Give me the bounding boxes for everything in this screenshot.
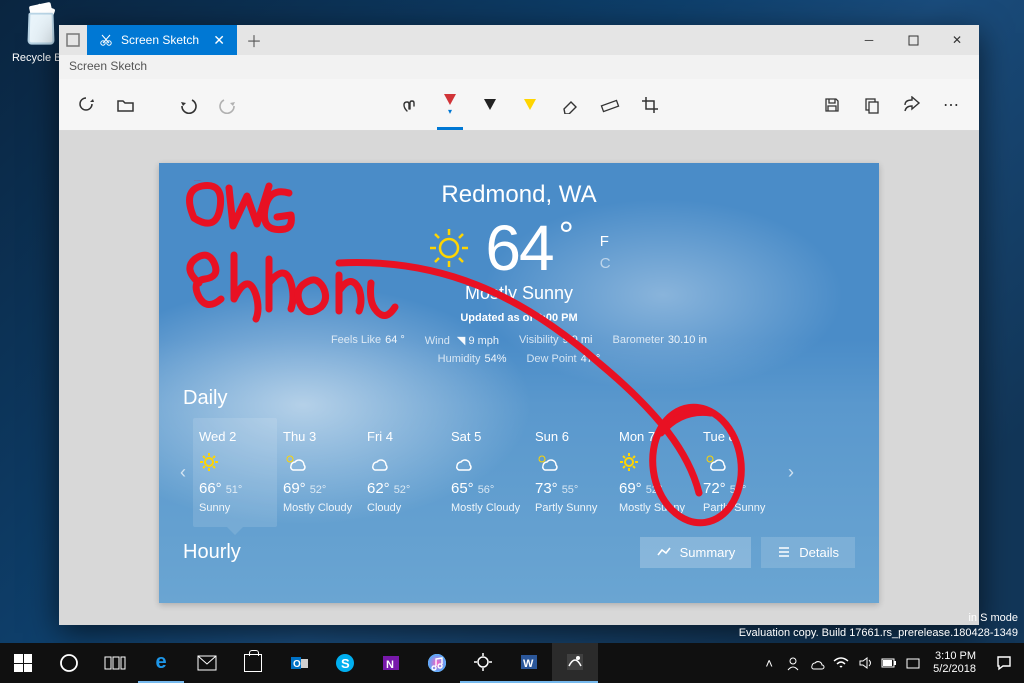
svg-text:O: O: [293, 659, 301, 670]
weather-taskbar-button[interactable]: [460, 643, 506, 683]
day-card-sun[interactable]: Sun 6 73°55° Partly Sunny: [529, 418, 613, 527]
edge-icon: e: [155, 651, 166, 674]
tray-overflow-button[interactable]: ˄: [757, 643, 781, 683]
window-subtitle: Screen Sketch: [59, 55, 979, 79]
details-button[interactable]: Details: [761, 537, 855, 568]
weather-updated: Updated as of 3:00 PM: [159, 312, 879, 324]
action-center-button[interactable]: [984, 643, 1024, 683]
wifi-icon[interactable]: [829, 643, 853, 683]
partly-cloudy-icon: [703, 452, 775, 474]
cortana-button[interactable]: [46, 643, 92, 683]
weather-units[interactable]: FC: [600, 231, 611, 275]
pen-black-button[interactable]: [475, 90, 505, 120]
share-button[interactable]: [897, 90, 927, 120]
day-card-thu[interactable]: Thu 3 69°52° Mostly Cloudy: [277, 418, 361, 527]
sun-icon: [199, 452, 271, 474]
canvas-area[interactable]: Redmond, WA 64° FC Mostly Sunny Updated …: [59, 131, 979, 625]
weather-screenshot: Redmond, WA 64° FC Mostly Sunny Updated …: [159, 163, 879, 603]
sun-icon: [619, 452, 691, 474]
volume-icon[interactable]: [853, 643, 877, 683]
skype-taskbar-button[interactable]: S: [322, 643, 368, 683]
build-watermark: in S mode Evaluation copy. Build 17661.r…: [739, 611, 1018, 641]
weather-stats: Feels Like64 ° Wind ◥ 9 mph Visibility9.…: [289, 334, 749, 365]
weather-location: Redmond, WA: [159, 163, 879, 209]
summary-icon: [656, 545, 672, 559]
mail-taskbar-button[interactable]: [184, 643, 230, 683]
edge-taskbar-button[interactable]: e: [138, 643, 184, 683]
svg-text:N: N: [386, 659, 394, 671]
day-card-wed[interactable]: Wed 2 66°51° Sunny: [193, 418, 277, 527]
tab-title: Screen Sketch: [121, 33, 199, 47]
word-taskbar-button[interactable]: W: [506, 643, 552, 683]
partly-cloudy-icon: [283, 452, 355, 474]
more-button[interactable]: ⋯: [937, 90, 967, 120]
store-taskbar-button[interactable]: [230, 643, 276, 683]
title-bar: Screen Sketch ✕ ＋ ─ ✕: [59, 25, 979, 55]
day-card-sat[interactable]: Sat 5 65°56° Mostly Cloudy: [445, 418, 529, 527]
daily-heading: Daily: [159, 365, 879, 418]
sun-large-icon: [427, 226, 471, 270]
redo-button[interactable]: [213, 90, 243, 120]
save-button[interactable]: [817, 90, 847, 120]
tab-close-icon[interactable]: ✕: [213, 32, 225, 49]
weather-current: 64° FC: [159, 211, 879, 285]
summary-button[interactable]: Summary: [640, 537, 752, 568]
new-snip-button[interactable]: [71, 90, 101, 120]
pen-red-button[interactable]: ▾: [435, 90, 465, 120]
eraser-button[interactable]: [555, 90, 585, 120]
details-icon: [777, 545, 791, 559]
ruler-button[interactable]: [595, 90, 625, 120]
cloud-icon: [367, 452, 439, 474]
undo-button[interactable]: [173, 90, 203, 120]
input-lang-icon[interactable]: [901, 643, 925, 683]
cloud-icon: [451, 452, 523, 474]
onenote-taskbar-button[interactable]: N: [368, 643, 414, 683]
screen-sketch-taskbar-button[interactable]: [552, 643, 598, 683]
highlighter-button[interactable]: [515, 90, 545, 120]
windows-logo-icon: [14, 654, 32, 672]
system-tray: ˄ 3:10 PM 5/2/2018: [757, 643, 1024, 683]
svg-text:S: S: [341, 656, 350, 671]
new-tab-button[interactable]: ＋: [237, 25, 271, 55]
store-icon: [244, 654, 262, 672]
hourly-heading: Hourly: [183, 541, 241, 564]
daily-next-button[interactable]: ›: [781, 418, 801, 527]
task-view-button[interactable]: [92, 643, 138, 683]
partly-cloudy-icon: [535, 452, 607, 474]
people-icon[interactable]: [781, 643, 805, 683]
minimize-button[interactable]: ─: [847, 25, 891, 55]
crop-button[interactable]: [635, 90, 665, 120]
power-icon[interactable]: [877, 643, 901, 683]
start-button[interactable]: [0, 643, 46, 683]
daily-forecast-row: ‹ Wed 2 66°51° Sunny Thu 3 69°52° Mostly…: [159, 418, 879, 527]
day-card-fri[interactable]: Fri 4 62°52° Cloudy: [361, 418, 445, 527]
taskbar: e O S N W ˄ 3:10 PM 5/2/2018: [0, 643, 1024, 683]
copy-button[interactable]: [857, 90, 887, 120]
svg-text:W: W: [523, 658, 534, 670]
weather-temp: 64°: [485, 211, 571, 285]
open-button[interactable]: [111, 90, 141, 120]
onedrive-icon[interactable]: [805, 643, 829, 683]
recycle-bin-icon: [18, 4, 64, 50]
day-card-tue[interactable]: Tue 8 72°54° Partly Sunny: [697, 418, 781, 527]
itunes-taskbar-button[interactable]: [414, 643, 460, 683]
active-tab[interactable]: Screen Sketch ✕: [87, 25, 237, 55]
outlook-taskbar-button[interactable]: O: [276, 643, 322, 683]
day-card-mon[interactable]: Mon 7 69°52° Mostly Sunny: [613, 418, 697, 527]
scissors-icon: [99, 33, 113, 47]
maximize-button[interactable]: [891, 25, 935, 55]
close-window-button[interactable]: ✕: [935, 25, 979, 55]
touch-writing-button[interactable]: [395, 90, 425, 120]
tab-edge-graphic: [59, 25, 87, 55]
weather-condition: Mostly Sunny: [159, 283, 879, 304]
daily-prev-button[interactable]: ‹: [173, 418, 193, 527]
sketch-page: Redmond, WA 64° FC Mostly Sunny Updated …: [159, 163, 879, 603]
taskbar-clock[interactable]: 3:10 PM 5/2/2018: [925, 650, 984, 676]
toolbar: ▾ ⋯: [59, 79, 979, 131]
screen-sketch-window: Screen Sketch ✕ ＋ ─ ✕ Screen Sketch ▾: [59, 25, 979, 625]
